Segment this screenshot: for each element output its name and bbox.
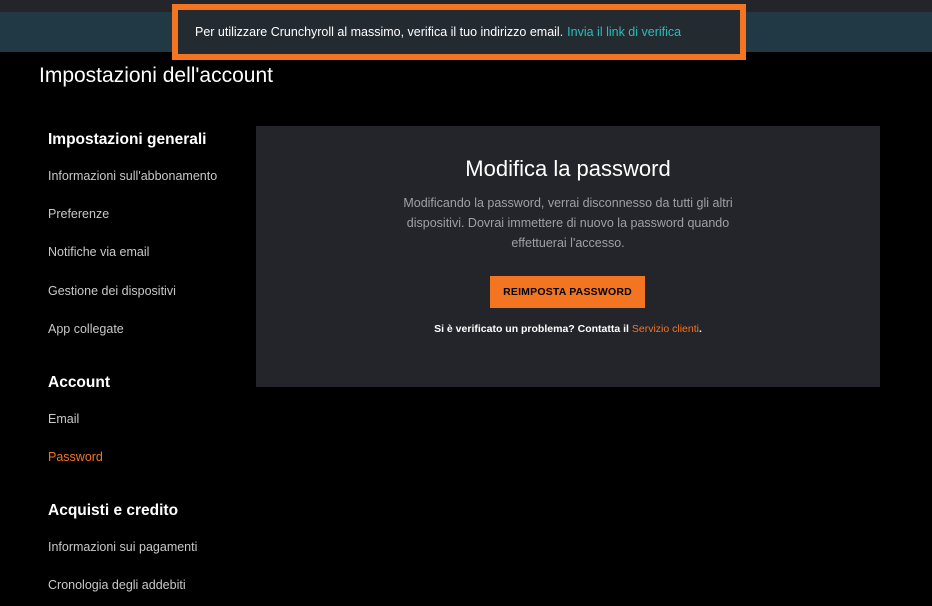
verification-banner-highlight: Per utilizzare Crunchyroll al massimo, v… — [172, 4, 746, 60]
section-title-account: Account — [48, 374, 110, 391]
sidebar-item-password[interactable]: Password — [48, 450, 103, 464]
support-prompt: Si è verificato un problema? Contatta il… — [256, 323, 880, 335]
section-title-purchases: Acquisti e credito — [48, 502, 179, 519]
reset-password-button[interactable]: REIMPOSTA PASSWORD — [490, 276, 645, 308]
section-title-general: Impostazioni generali — [48, 131, 207, 148]
sidebar-item-subscription[interactable]: Informazioni sull'abbonamento — [48, 169, 217, 183]
page-title: Impostazioni dell'account — [39, 64, 273, 87]
sidebar-item-payment-info[interactable]: Informazioni sui pagamenti — [48, 540, 197, 554]
sidebar-item-email-notifications[interactable]: Notifiche via email — [48, 245, 149, 259]
support-prompt-text: Si è verificato un problema? Contatta il — [434, 323, 629, 335]
sidebar-item-email[interactable]: Email — [48, 412, 79, 426]
support-prompt-end: . — [698, 323, 702, 335]
sidebar-item-connected-apps[interactable]: App collegate — [48, 322, 124, 336]
send-verification-link[interactable]: Invia il link di verifica — [567, 25, 681, 39]
change-password-card: Modifica la password Modificando la pass… — [256, 126, 880, 387]
card-description: Modificando la password, verrai disconne… — [403, 196, 733, 250]
sidebar-item-devices[interactable]: Gestione dei dispositivi — [48, 284, 176, 298]
sidebar-item-billing-history[interactable]: Cronologia degli addebiti — [48, 578, 186, 592]
sidebar-item-preferences[interactable]: Preferenze — [48, 207, 109, 221]
customer-service-link[interactable]: Servizio clienti — [632, 323, 699, 335]
banner-message: Per utilizzare Crunchyroll al massimo, v… — [195, 25, 564, 39]
card-title: Modifica la password — [465, 156, 671, 181]
